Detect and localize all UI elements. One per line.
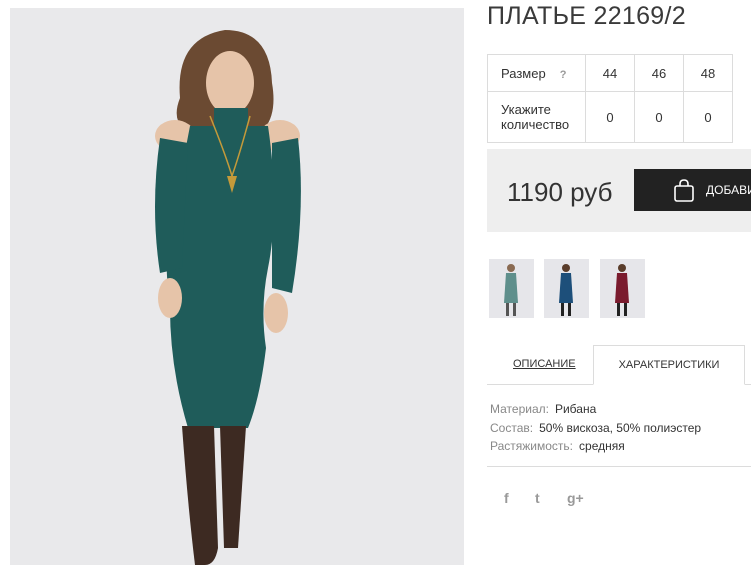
spec-row-stretch: Растяжимость: средняя (490, 439, 625, 453)
size-quantity-table: Размер? 44 46 48 Укажите количество 0 0 … (487, 54, 733, 143)
quantity-label-line2: количество (501, 117, 570, 132)
shopping-bag-icon (674, 179, 694, 202)
size-label: Размер (501, 65, 546, 81)
thumb-dress-figure (504, 264, 518, 316)
color-thumb-teal[interactable] (489, 259, 534, 318)
spec-row-composition: Состав: 50% вискоза, 50% полиэстер (490, 420, 702, 435)
product-title: ПЛАТЬЕ 22169/2 (487, 2, 686, 30)
product-main-photo[interactable] (10, 8, 464, 565)
quantity-label-cell: Укажите количество (487, 91, 586, 143)
specs-list: Материал: Рибана Состав: 50% вискоза, 50% … (490, 400, 701, 456)
price-band: 1190 руб ДОБАВИТЬ (487, 149, 751, 232)
tab-description[interactable]: ОПИСАНИЕ (513, 358, 576, 370)
quantity-input-46[interactable]: 0 (634, 91, 684, 143)
add-to-cart-button[interactable]: ДОБАВИТЬ (634, 169, 751, 211)
quantity-input-48[interactable]: 0 (683, 91, 733, 143)
color-thumb-blue[interactable] (544, 259, 589, 318)
product-price: 1190 руб (507, 177, 613, 207)
googleplus-icon[interactable]: g+ (567, 490, 584, 506)
specs-divider (487, 466, 751, 467)
size-label-cell: Размер? (487, 54, 586, 92)
size-44: 44 (585, 54, 635, 92)
size-48: 48 (683, 54, 733, 92)
add-to-cart-label: ДОБАВИТЬ (706, 183, 751, 197)
thumb-dress-figure (615, 264, 629, 316)
twitter-icon[interactable]: t (535, 490, 540, 506)
quantity-label-line1: Укажите (501, 102, 551, 117)
quantity-input-44[interactable]: 0 (585, 91, 635, 143)
size-46: 46 (634, 54, 684, 92)
dress-model-illustration (155, 30, 301, 565)
color-thumb-burgundy[interactable] (600, 259, 645, 318)
thumb-dress-figure (559, 264, 573, 316)
size-help-icon[interactable]: ? (560, 69, 567, 81)
spec-row-material: Материал: Рибана (490, 402, 597, 416)
tab-characteristics[interactable]: ХАРАКТЕРИСТИКИ (593, 345, 745, 385)
facebook-icon[interactable]: f (504, 490, 509, 506)
